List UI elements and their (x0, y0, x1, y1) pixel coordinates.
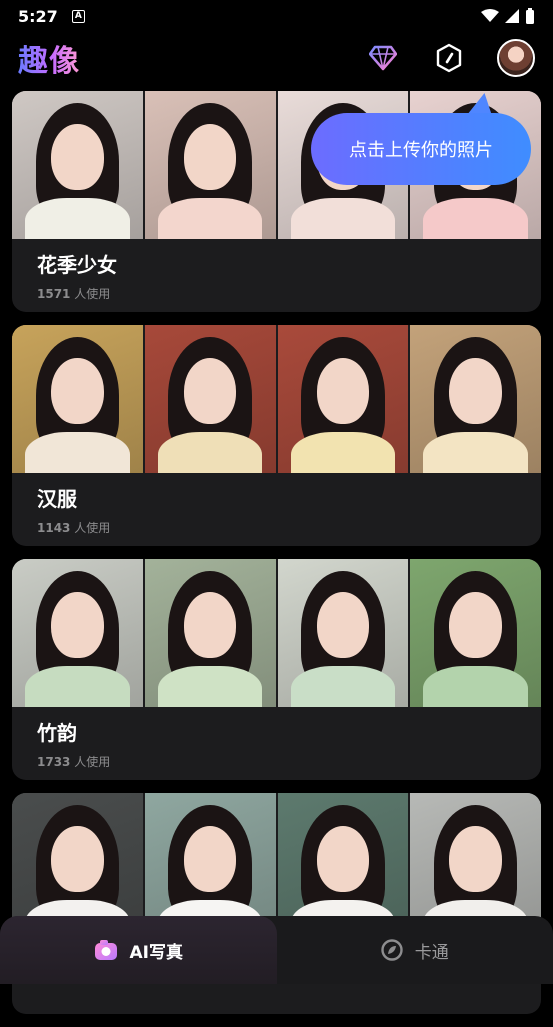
portrait-clothing (291, 198, 396, 239)
card-usage: 1733 人使用 (37, 753, 110, 770)
app-title: 趣像 (18, 36, 80, 80)
portrait-clothing (25, 198, 130, 239)
portrait-clothing (158, 666, 263, 707)
vip-diamond-button[interactable] (365, 40, 401, 76)
portrait-thumbnail (278, 559, 409, 707)
top-bar: 趣像 (0, 32, 553, 84)
portrait-thumbnail (145, 91, 276, 239)
portrait-clothing (25, 666, 130, 707)
portrait-thumbnail (12, 559, 143, 707)
top-actions (365, 39, 535, 77)
portrait-clothing (423, 666, 528, 707)
card-title: 竹韵 (37, 717, 77, 746)
portrait-face (51, 124, 103, 191)
portrait-face (449, 826, 501, 893)
notification-icon: A (72, 10, 85, 23)
portrait-face (317, 826, 369, 893)
status-indicators (481, 8, 535, 24)
compass-icon (435, 43, 463, 73)
portrait-face (449, 358, 501, 425)
portrait-clothing (423, 198, 528, 239)
portrait-face (184, 592, 236, 659)
portrait-thumbnail (12, 91, 143, 239)
usage-count: 1143 (37, 521, 70, 535)
status-bar: 5:27 A (0, 0, 553, 32)
usage-count: 1733 (37, 755, 70, 769)
usage-count: 1571 (37, 287, 70, 301)
portrait-face (184, 826, 236, 893)
usage-suffix: 人使用 (70, 755, 110, 769)
portrait-face (184, 124, 236, 191)
bottom-nav: AI写真 卡通 (0, 916, 553, 984)
tab-label: 卡通 (415, 938, 449, 963)
usage-suffix: 人使用 (70, 521, 110, 535)
card-title: 汉服 (37, 483, 77, 512)
portrait-thumbnail (410, 559, 541, 707)
tab-ai-portrait[interactable]: AI写真 (0, 916, 277, 984)
card-title: 花季少女 (37, 249, 117, 278)
card-usage: 1571 人使用 (37, 285, 110, 302)
compass-button[interactable] (431, 40, 467, 76)
portrait-face (51, 592, 103, 659)
portrait-clothing (158, 198, 263, 239)
portrait-clothing (158, 432, 263, 473)
portrait-face (449, 592, 501, 659)
portrait-thumbnail (145, 559, 276, 707)
cartoon-icon (381, 939, 403, 961)
card-thumbnails (12, 559, 541, 707)
template-card[interactable]: 竹韵 1733 人使用 (12, 559, 541, 780)
card-usage: 1143 人使用 (37, 519, 110, 536)
portrait-clothing (291, 432, 396, 473)
card-thumbnails (12, 325, 541, 473)
portrait-face (51, 358, 103, 425)
portrait-clothing (423, 432, 528, 473)
portrait-thumbnail (278, 325, 409, 473)
portrait-face (184, 358, 236, 425)
signal-icon (505, 9, 519, 23)
portrait-clothing (25, 432, 130, 473)
portrait-face (317, 592, 369, 659)
user-avatar[interactable] (497, 39, 535, 77)
portrait-face (51, 826, 103, 893)
diamond-icon (369, 45, 397, 71)
portrait-clothing (291, 666, 396, 707)
template-feed: 花季少女 1571 人使用 汉服 1143 人使用 竹韵 1733 人使用 (12, 91, 541, 1027)
battery-icon (525, 8, 535, 24)
wifi-icon (481, 9, 499, 23)
usage-suffix: 人使用 (70, 287, 110, 301)
portrait-thumbnail (145, 325, 276, 473)
tab-cartoon[interactable]: 卡通 (277, 916, 553, 984)
portrait-thumbnail (410, 325, 541, 473)
portrait-face (317, 358, 369, 425)
status-time: 5:27 (18, 7, 58, 26)
tab-label: AI写真 (130, 938, 183, 963)
template-card[interactable]: 汉服 1143 人使用 (12, 325, 541, 546)
upload-photo-tooltip[interactable]: 点击上传你的照片 (311, 113, 531, 185)
portrait-thumbnail (12, 325, 143, 473)
camera-icon (94, 939, 118, 961)
